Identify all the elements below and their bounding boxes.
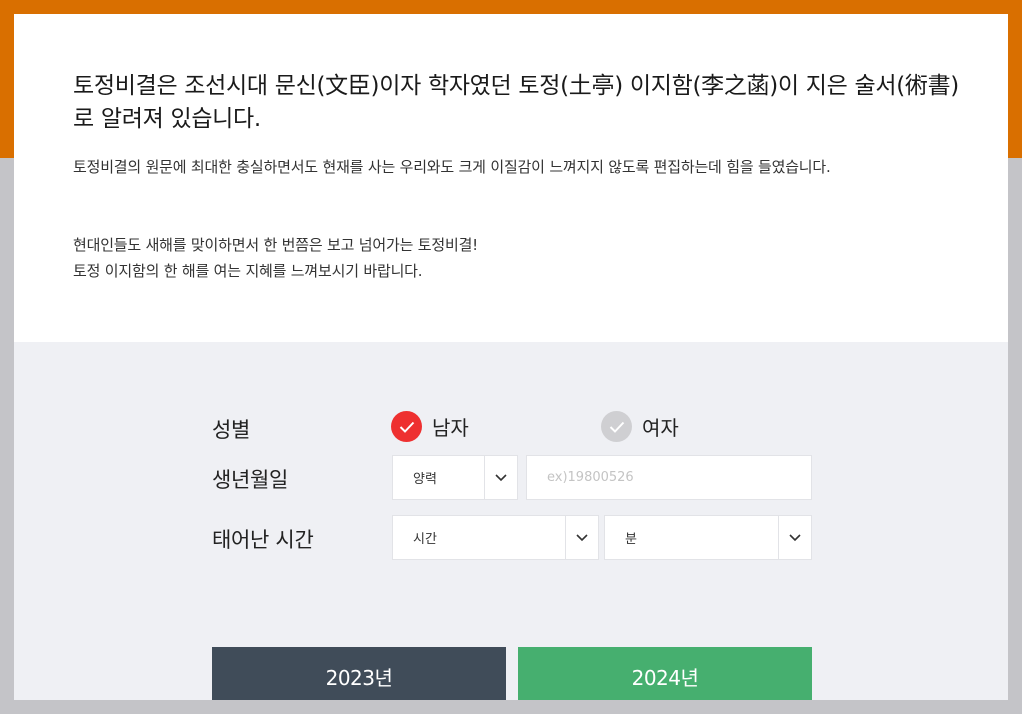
chevron-down-icon bbox=[484, 456, 517, 499]
gender-male-radio[interactable]: 남자 bbox=[391, 411, 469, 442]
intro-paragraph: 토정비결의 원문에 최대한 충실하면서도 현재를 사는 우리와도 크게 이질감이… bbox=[73, 158, 831, 176]
intro-section: 토정비결은 조선시대 문신(文臣)이자 학자였던 토정(土亭) 이지함(李之菡)… bbox=[14, 14, 1008, 342]
check-icon bbox=[601, 411, 632, 442]
gender-female-radio[interactable]: 여자 bbox=[601, 411, 679, 442]
birth-time-label: 태어난 시간 bbox=[212, 528, 314, 552]
calendar-type-value: 양력 bbox=[413, 472, 437, 487]
intro-closing-line: 현대인들도 새해를 맞이하면서 한 번쯤은 보고 넘어가는 토정비결! bbox=[73, 236, 478, 254]
gender-label: 성별 bbox=[212, 418, 251, 442]
calendar-type-select[interactable]: 양력 bbox=[392, 455, 518, 500]
birth-minute-value: 분 bbox=[625, 532, 637, 547]
year-2024-button[interactable]: 2024년 bbox=[518, 647, 812, 700]
birth-minute-select[interactable]: 분 bbox=[604, 515, 812, 560]
chevron-down-icon bbox=[778, 516, 811, 559]
gender-male-label: 남자 bbox=[432, 416, 469, 440]
intro-closing: 현대인들도 새해를 맞이하면서 한 번쯤은 보고 넘어가는 토정비결! 토정 이… bbox=[73, 232, 973, 284]
fortune-panel: 토정비결은 조선시대 문신(文臣)이자 학자였던 토정(土亭) 이지함(李之菡)… bbox=[14, 14, 1008, 700]
check-icon bbox=[391, 411, 422, 442]
birth-hour-select[interactable]: 시간 bbox=[392, 515, 599, 560]
year-2023-button[interactable]: 2023년 bbox=[212, 647, 506, 700]
intro-headline: 토정비결은 조선시대 문신(文臣)이자 학자였던 토정(土亭) 이지함(李之菡)… bbox=[73, 73, 959, 132]
birth-hour-value: 시간 bbox=[413, 532, 437, 547]
chevron-down-icon bbox=[565, 516, 598, 559]
birthdate-label: 생년월일 bbox=[212, 468, 289, 492]
birthdate-input[interactable] bbox=[526, 455, 812, 500]
gender-female-label: 여자 bbox=[642, 416, 679, 440]
intro-closing-line: 토정 이지함의 한 해를 여는 지혜를 느껴보시기 바랍니다. bbox=[73, 262, 423, 280]
